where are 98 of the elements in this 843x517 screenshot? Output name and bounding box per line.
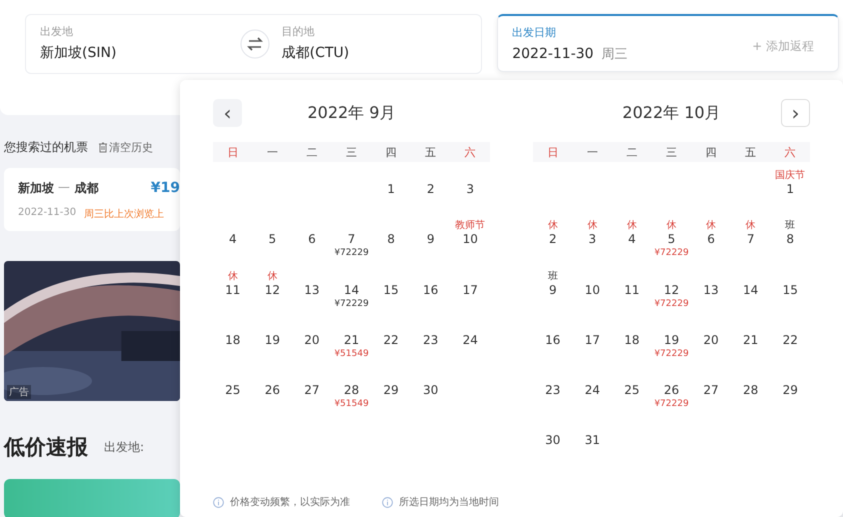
calendar-day[interactable]: 18 [213,320,253,372]
calendar-day[interactable]: 28 ¥51549 [332,371,372,422]
calendar-day[interactable]: 休 2 [533,220,573,271]
weekday-label: 三 [344,144,358,160]
calendar-day[interactable]: 休 11 [213,270,253,321]
calendar-day[interactable]: 3 [450,170,490,220]
calendar-day[interactable]: 27 [292,371,332,422]
calendar-day[interactable]: 4 [213,220,253,271]
field-value: 2022-11-30 [512,46,594,62]
calendar-day[interactable]: 30 [533,421,573,472]
date-field[interactable]: 出发日期 2022-11-30 周三 + 添加返程 [497,14,839,72]
departure-label: 出发地: [104,438,144,456]
calendar-day[interactable]: 24 [572,371,612,422]
field-label: 出发日期 [512,25,558,40]
calendar-day[interactable]: 22 [371,320,411,372]
calendar-day[interactable]: 21 [730,320,770,372]
price-text: ¥19 [150,180,180,196]
calendar-day[interactable]: 19 [252,320,292,372]
calendar-day[interactable]: 11 [612,270,652,321]
month-title: 2022年 9月 [308,102,396,124]
trend-text: 周三比上次浏览上 [84,208,164,221]
calendar-day[interactable]: 31 [572,421,612,472]
calendar-day[interactable]: 29 [770,371,810,422]
weekday-label: 四 [704,144,718,160]
calendar-day[interactable]: 27 [691,371,731,422]
history-title: 您搜索过的机票 [4,139,88,156]
calendar-day[interactable]: 19 ¥72229 [652,320,692,372]
calendar-day[interactable]: 26 [252,371,292,422]
calendar-day[interactable]: 10 [572,270,612,321]
calendar-day[interactable]: 12 ¥72229 [652,270,692,321]
weekday-label: 六 [784,144,797,160]
weekday-label: 四 [384,144,398,160]
calendar-day[interactable]: 25 [213,371,253,422]
weekday-label: 二 [305,144,318,160]
weekday-label: 六 [464,144,477,160]
month-title: 2022年 10月 [622,102,721,124]
date-text: 2022-11-30 [18,207,76,220]
calendar-day[interactable]: 15 [371,270,411,321]
calendar-day[interactable]: 班 9 [533,270,573,321]
calendar-day[interactable]: 16 [533,320,573,372]
calendar-day[interactable]: 14 ¥72229 [332,270,372,321]
calendar-day[interactable]: 22 [770,320,810,372]
clear-history-button[interactable]: 清空历史 [98,140,153,155]
info-icon [213,496,224,508]
calendar-day[interactable]: 休 3 [572,220,612,271]
calendar-day[interactable]: 休 4 [612,220,652,271]
calendar-day[interactable]: 25 [612,371,652,422]
calendar-day[interactable]: 28 [730,371,770,422]
note-text: 所选日期均为当地时间 [399,496,499,509]
calendar-day[interactable]: 30 [410,371,450,422]
calendar-day[interactable]: 17 [450,270,490,321]
calendar-day[interactable]: 5 [252,220,292,271]
calendar-day[interactable]: 20 [292,320,332,372]
calendar-day[interactable]: 23 [533,371,573,422]
calendar-day[interactable]: 18 [612,320,652,372]
weekday-text: 周三 [602,46,628,63]
previous-month-button[interactable]: ‹ [213,99,242,127]
calendar-day[interactable]: 16 [410,270,450,321]
route-text: 新加坡 一 成都 [18,180,98,197]
calendar-day[interactable]: 23 [410,320,450,372]
weekday-label: 三 [664,144,678,160]
weekday-label: 一 [586,144,599,160]
calendar-day[interactable]: 14 [730,270,770,321]
calendar-day[interactable]: 班 8 [770,220,810,271]
calendar-day[interactable]: 17 [572,320,612,372]
weekday-label: 二 [625,144,638,160]
calendar-day[interactable]: 20 [691,320,731,372]
weekday-label: 日 [226,144,240,160]
trash-icon [98,142,108,153]
weekday-label: 五 [424,144,438,160]
calendar-day[interactable]: 7 ¥72229 [332,220,372,271]
calendar-day[interactable]: 休 7 [730,220,770,271]
calendar-day[interactable]: 1 [371,170,411,220]
calendar-day[interactable]: 13 [691,270,731,321]
section-title: 低价速报 [4,434,88,461]
history-card[interactable]: 新加坡 一 成都 ¥19 2022-11-30 周三比上次浏览上 [4,168,180,231]
calendar-day[interactable]: 29 [371,371,411,422]
next-month-button[interactable]: › [781,99,810,127]
calendar-day[interactable]: 26 ¥72229 [652,371,692,422]
info-icon [382,496,393,508]
calendar-day[interactable]: 15 [770,270,810,321]
weekday-label: 日 [546,144,560,160]
calendar-day[interactable]: 24 [450,320,490,372]
calendar-day[interactable]: 21 ¥51549 [332,320,372,372]
calendar-day[interactable]: 9 [410,220,450,271]
calendar-day[interactable]: 13 [292,270,332,321]
calendar-day[interactable]: 休 12 [252,270,292,321]
weekday-label: 一 [266,144,279,160]
note-text: 价格变动频繁，以实际为准 [230,496,350,509]
calendar-day[interactable]: 教师节 10 [450,220,490,271]
calendar-day[interactable]: 8 [371,220,411,271]
ad-label: 广告 [7,385,31,399]
calendar-day[interactable]: 休 6 [691,220,731,271]
calendar-day[interactable]: 休 5 ¥72229 [652,220,692,271]
calendar-day[interactable]: 国庆节 1 [770,170,810,220]
calendar-day[interactable]: 6 [292,220,332,271]
weekday-label: 五 [744,144,758,160]
calendar-day[interactable]: 2 [410,170,450,220]
